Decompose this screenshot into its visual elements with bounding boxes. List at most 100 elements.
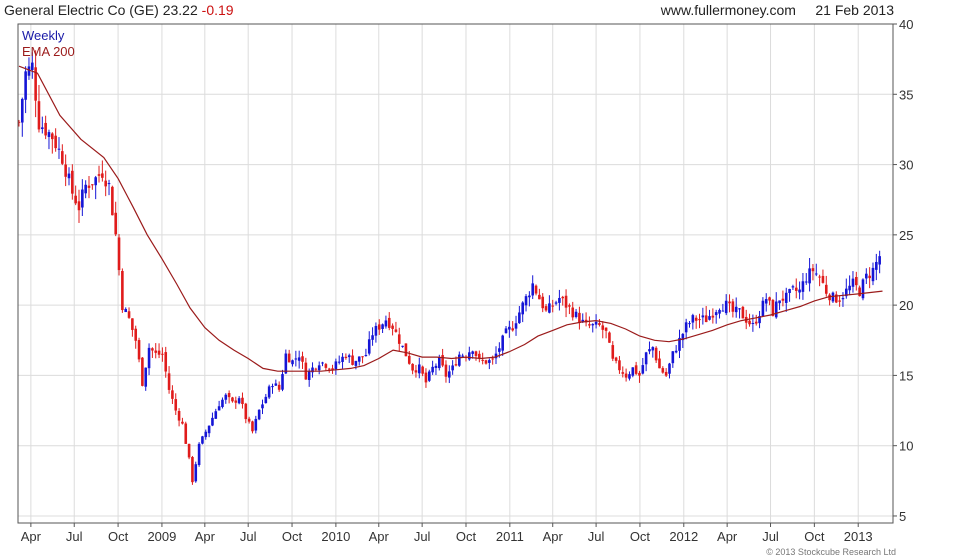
legend-ema: EMA 200 bbox=[22, 44, 75, 59]
candle-up bbox=[197, 443, 201, 466]
candle-up bbox=[307, 370, 311, 380]
candle-up bbox=[734, 306, 738, 313]
x-tick-label: Oct bbox=[630, 529, 651, 544]
x-axis: Apr Jul Oct 2009 Apr Jul Oct 2010 Apr Jul Oct 2011 A… bbox=[21, 523, 873, 544]
candle-up bbox=[458, 354, 461, 366]
candle-down bbox=[231, 397, 234, 402]
candle-up bbox=[448, 371, 451, 378]
candle-up bbox=[521, 302, 524, 315]
x-tick-label: Oct bbox=[804, 529, 825, 544]
candle-up bbox=[384, 320, 388, 327]
candle-down bbox=[151, 348, 154, 351]
candle-up bbox=[261, 404, 264, 409]
candle-up bbox=[24, 71, 27, 100]
candle-down bbox=[344, 356, 348, 358]
candle-up bbox=[347, 355, 351, 358]
candle-up bbox=[194, 464, 198, 482]
x-tick-label: Jul bbox=[414, 529, 431, 544]
candle-up bbox=[524, 296, 528, 306]
candle-down bbox=[768, 297, 771, 301]
candle-down bbox=[568, 305, 571, 307]
candle-down bbox=[74, 195, 77, 204]
candle-down bbox=[351, 355, 354, 365]
candle-up bbox=[531, 283, 535, 296]
candle-up bbox=[237, 398, 241, 404]
candle-down bbox=[638, 372, 641, 376]
candle-down bbox=[387, 317, 391, 328]
candle-down bbox=[327, 368, 331, 370]
candle-down bbox=[51, 133, 54, 140]
candle-up bbox=[144, 367, 148, 387]
candle-down bbox=[247, 418, 251, 422]
candle-down bbox=[624, 373, 628, 378]
candle-up bbox=[751, 322, 755, 324]
candle-up bbox=[865, 273, 868, 279]
candle-up bbox=[778, 300, 781, 304]
candle-down bbox=[474, 351, 478, 356]
candle-down bbox=[167, 373, 171, 390]
y-tick-label: 20 bbox=[899, 298, 913, 313]
candle-up bbox=[668, 363, 671, 374]
y-tick-label: 35 bbox=[899, 87, 913, 102]
candle-up bbox=[801, 281, 805, 292]
candle-down bbox=[164, 352, 168, 372]
candle-up bbox=[417, 364, 421, 374]
candle-down bbox=[287, 353, 291, 363]
candle-down bbox=[614, 357, 618, 361]
x-tick-label: Apr bbox=[21, 529, 42, 544]
candle-up bbox=[84, 184, 87, 194]
candle-up bbox=[761, 300, 765, 317]
candle-down bbox=[407, 355, 411, 364]
candle-down bbox=[601, 325, 605, 330]
candle-up bbox=[691, 315, 695, 323]
candle-up bbox=[641, 365, 645, 374]
candle-up bbox=[724, 300, 728, 314]
candle-down bbox=[588, 324, 591, 326]
y-tick-label: 40 bbox=[899, 17, 913, 32]
source-site: www.fullermoney.com bbox=[660, 2, 796, 18]
candle-up bbox=[791, 286, 795, 288]
candle-up bbox=[57, 148, 61, 150]
candle-up bbox=[367, 339, 371, 354]
candle-up bbox=[554, 302, 558, 304]
candle-up bbox=[738, 308, 741, 310]
candle-down bbox=[781, 298, 785, 301]
candle-up bbox=[147, 347, 151, 369]
candle-down bbox=[481, 359, 484, 361]
candle-up bbox=[774, 301, 778, 318]
candle-up bbox=[814, 273, 818, 275]
candle-up bbox=[708, 316, 711, 320]
candle-up bbox=[214, 411, 218, 419]
candle-down bbox=[87, 185, 91, 188]
candle-up bbox=[558, 297, 561, 303]
candle-up bbox=[674, 350, 678, 353]
candle-down bbox=[134, 328, 138, 341]
candle-down bbox=[111, 186, 114, 216]
security-name: General Electric Co (GE) bbox=[4, 2, 159, 18]
x-tick-label: 2010 bbox=[321, 529, 350, 544]
x-tick-label: Jul bbox=[240, 529, 257, 544]
candle-up bbox=[841, 298, 845, 300]
candle-up bbox=[651, 347, 655, 351]
candle-down bbox=[411, 363, 414, 371]
candle-up bbox=[374, 325, 378, 336]
candle-up bbox=[224, 394, 228, 400]
candle-down bbox=[611, 345, 615, 359]
candle-up bbox=[875, 261, 878, 270]
candle-down bbox=[424, 372, 428, 383]
candle-up bbox=[294, 358, 298, 360]
candle-up bbox=[798, 289, 801, 293]
candle-up bbox=[498, 348, 501, 352]
candle-up bbox=[257, 409, 261, 420]
candle-down bbox=[818, 276, 821, 278]
candle-down bbox=[728, 301, 731, 304]
candle-down bbox=[114, 212, 117, 235]
candle-down bbox=[578, 312, 581, 324]
candle-down bbox=[544, 306, 548, 311]
candle-up bbox=[264, 396, 268, 404]
last-price: 23.22 bbox=[162, 2, 198, 18]
candle-down bbox=[421, 366, 424, 374]
candle-up bbox=[271, 386, 274, 388]
y-axis: 5 10 15 20 25 30 35 40 bbox=[893, 17, 913, 524]
candle-up bbox=[204, 431, 208, 438]
